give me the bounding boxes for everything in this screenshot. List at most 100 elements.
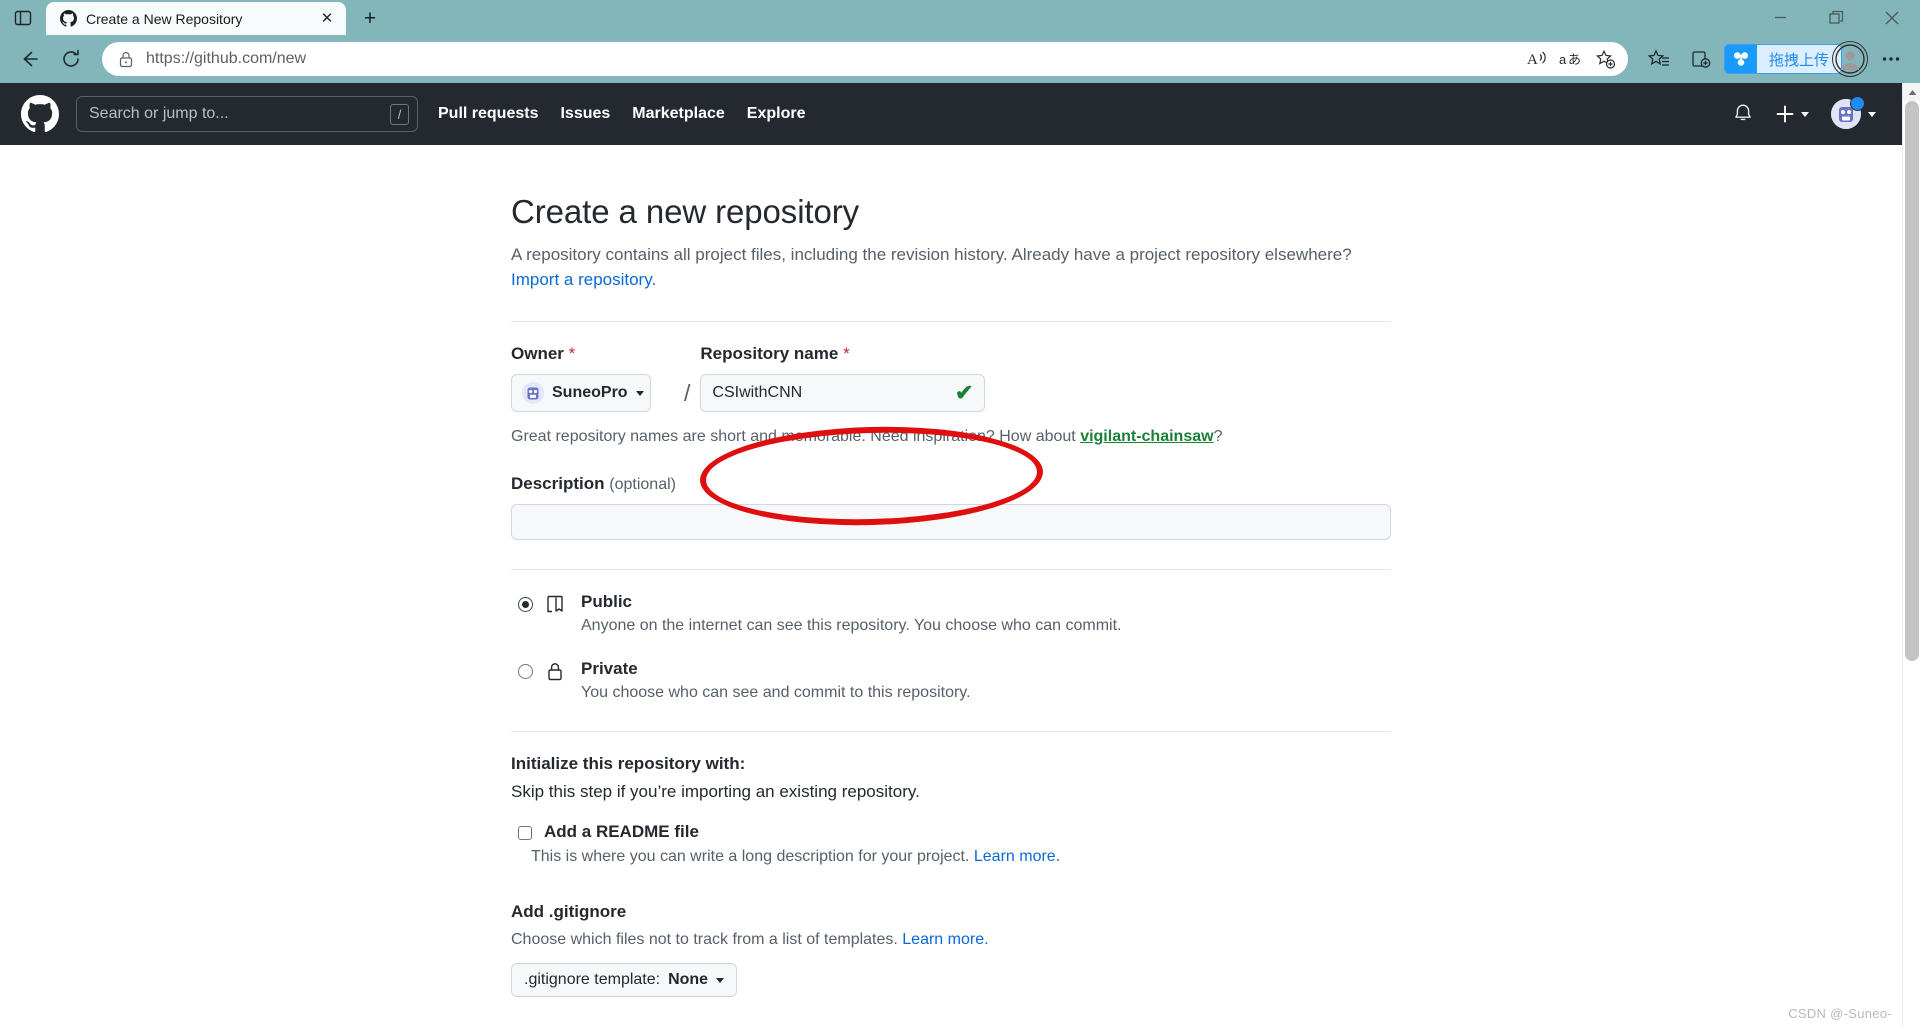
profile-avatar[interactable] [1832, 41, 1868, 77]
gitignore-template-select[interactable]: .gitignore template: None [511, 963, 738, 998]
divider [511, 731, 1391, 733]
divider [511, 569, 1391, 571]
page-title: Create a new repository [511, 193, 860, 230]
avatar [1831, 96, 1865, 129]
initialize-section: Initialize this repository with: Skip th… [511, 754, 1391, 866]
minimize-icon[interactable] [1752, 0, 1808, 35]
new-tab-button[interactable]: + [355, 3, 385, 33]
owner-label: Owner * [511, 344, 674, 364]
gitignore-learn-more-link[interactable]: Learn more. [902, 931, 988, 948]
search-shortcut-badge: / [390, 103, 409, 125]
create-repository-form: Create a new repository A repository con… [511, 193, 1391, 1027]
lock-icon [116, 49, 136, 69]
page-scrollbar[interactable] [1902, 83, 1920, 1027]
nav-issues[interactable]: Issues [560, 105, 610, 123]
window-controls [1752, 0, 1920, 35]
translate-icon[interactable]: aあ [1556, 43, 1588, 75]
description-input[interactable] [511, 504, 1391, 541]
repository-name-input[interactable] [712, 384, 955, 403]
private-radio[interactable] [518, 664, 533, 680]
read-aloud-icon[interactable]: A [1522, 43, 1554, 75]
search-input[interactable]: Search or jump to... / [76, 96, 418, 132]
owner-value: SuneoPro [552, 384, 628, 402]
private-label: Private [581, 659, 638, 679]
github-icon [60, 10, 77, 27]
owner-label-text: Owner [511, 344, 564, 364]
back-arrow-icon[interactable] [10, 40, 48, 78]
chevron-down-icon [1801, 111, 1809, 117]
gitignore-select-value: None [668, 971, 709, 989]
initialize-title: Initialize this repository with: [511, 754, 746, 774]
readme-checkbox-row[interactable]: Add a README file [511, 822, 1391, 842]
tab-title: Create a New Repository [86, 10, 243, 27]
nav-marketplace[interactable]: Marketplace [632, 105, 725, 123]
chevron-down-icon [635, 390, 644, 396]
svg-text:あ: あ [1568, 53, 1581, 68]
readme-learn-more-link[interactable]: Learn more. [974, 848, 1060, 865]
tab-actions-icon[interactable] [0, 0, 46, 35]
gitignore-title: Add .gitignore [511, 902, 627, 922]
chevron-down-icon [716, 977, 725, 983]
baidu-netdisk-extension[interactable]: 拖拽上传 [1723, 44, 1842, 74]
browser-window: Create a New Repository ✕ + https://gith… [0, 0, 1920, 1027]
hint-prefix: Great repository names are short and mem… [511, 428, 1081, 446]
notification-badge [1850, 96, 1865, 111]
github-nav: Pull requests Issues Marketplace Explore [438, 105, 805, 123]
visibility-option-public[interactable]: Public Anyone on the internet can see th… [511, 592, 1391, 635]
public-radio[interactable] [518, 597, 533, 613]
create-new-button[interactable] [1776, 105, 1809, 123]
bell-icon[interactable] [1732, 102, 1754, 126]
repository-name-input-wrap[interactable]: ✔ [700, 374, 986, 413]
restore-icon[interactable] [1808, 0, 1864, 35]
repo-icon [545, 594, 567, 620]
description-label-text: Description [511, 474, 605, 494]
gitignore-select-label: .gitignore template: [524, 971, 661, 989]
repository-name-hint: Great repository names are short and mem… [511, 428, 1391, 446]
private-description: You choose who can see and commit to thi… [581, 684, 971, 702]
github-mark-icon[interactable] [20, 94, 60, 134]
nav-pull-requests[interactable]: Pull requests [438, 105, 538, 123]
owner-and-name-row: Owner * SuneoPro / Repository name * CSI… [511, 344, 1391, 413]
scrollbar-thumb[interactable] [1905, 101, 1919, 661]
required-asterisk: * [843, 344, 850, 364]
collections-icon[interactable] [1682, 40, 1720, 78]
visibility-option-private[interactable]: Private You choose who can see and commi… [511, 659, 1391, 702]
readme-description-text: This is where you can write a long descr… [531, 848, 974, 866]
suggested-name-link[interactable]: vigilant-chainsaw [1080, 428, 1213, 445]
refresh-icon[interactable] [52, 40, 90, 78]
import-repository-link[interactable]: Import a repository. [511, 270, 656, 289]
readme-checkbox[interactable] [518, 826, 532, 841]
svg-text:a: a [1559, 52, 1567, 67]
chevron-down-icon [1868, 111, 1876, 117]
account-menu[interactable] [1831, 96, 1876, 129]
public-description: Anyone on the internet can see this repo… [581, 617, 1122, 635]
page-subtitle: A repository contains all project files,… [511, 243, 1391, 292]
add-favorite-icon[interactable] [1590, 43, 1622, 75]
browser-tab[interactable]: Create a New Repository ✕ [46, 2, 346, 35]
hint-suffix: ? [1213, 428, 1223, 446]
svg-text:A: A [1527, 52, 1538, 68]
description-field: Description (optional) [511, 474, 1391, 541]
nav-explore[interactable]: Explore [747, 105, 806, 123]
owner-name-separator: / [684, 380, 691, 407]
lock-icon [545, 661, 567, 687]
page-subtitle-text: A repository contains all project files,… [511, 245, 1352, 264]
gitignore-description-text: Choose which files not to track from a l… [511, 931, 903, 949]
repository-name-field: Repository name * ✔ [700, 344, 1391, 413]
owner-select-button[interactable]: SuneoPro [511, 374, 651, 413]
close-icon[interactable] [1864, 0, 1920, 35]
browser-titlebar: Create a New Repository ✕ + [0, 0, 1920, 35]
github-header: Search or jump to... / Pull requests Iss… [0, 83, 1902, 145]
address-bar[interactable]: https://github.com/new A aあ [102, 42, 1628, 76]
gitignore-description: Choose which files not to track from a l… [511, 931, 1391, 949]
owner-avatar-icon [522, 382, 544, 405]
valid-check-icon: ✔ [954, 380, 974, 406]
favorites-icon[interactable] [1640, 40, 1678, 78]
gitignore-section: Add .gitignore Choose which files not to… [511, 902, 1391, 998]
scroll-up-button[interactable] [1903, 83, 1920, 101]
baidu-netdisk-icon [1724, 45, 1757, 73]
browser-more-icon[interactable] [1872, 40, 1910, 78]
initialize-subtitle: Skip this step if you’re importing an ex… [511, 782, 920, 802]
github-header-actions [1732, 96, 1882, 129]
tab-close-button[interactable]: ✕ [316, 8, 338, 30]
